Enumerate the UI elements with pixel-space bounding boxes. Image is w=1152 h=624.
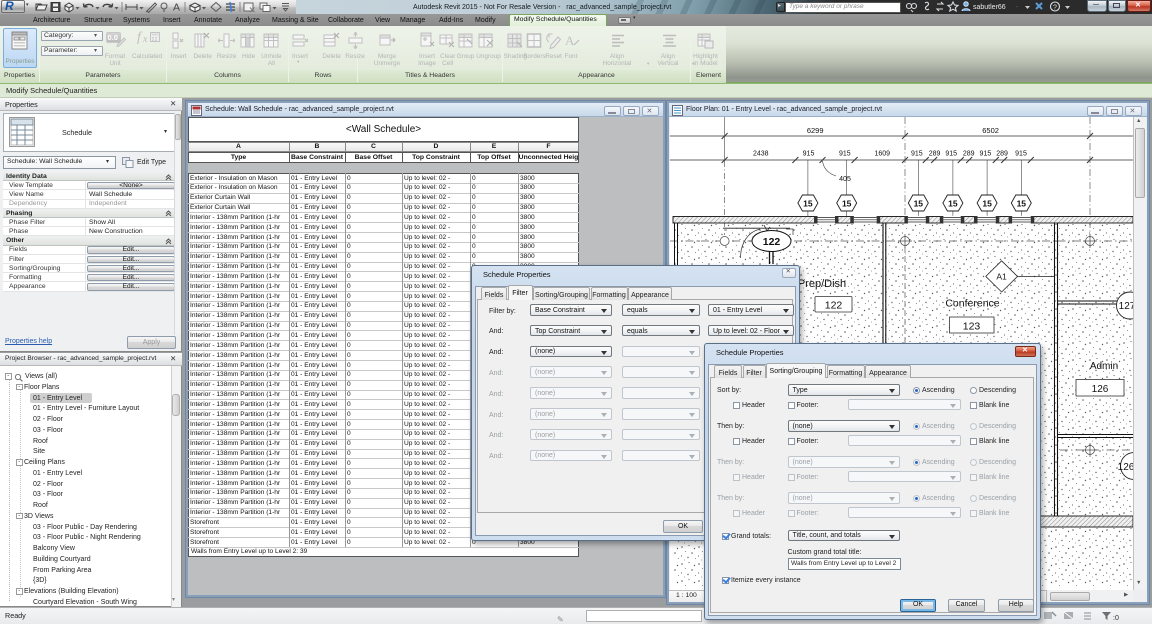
svg-text:289: 289 xyxy=(996,151,1008,158)
svg-text:?: ? xyxy=(1053,5,1057,12)
svg-text:2438: 2438 xyxy=(753,151,769,158)
svg-text:Prep/Dish: Prep/Dish xyxy=(798,278,846,290)
svg-text:1609: 1609 xyxy=(875,151,891,158)
svg-text::0: :0 xyxy=(1113,615,1119,622)
svg-text:915: 915 xyxy=(911,151,923,158)
svg-text:A1: A1 xyxy=(996,272,1007,282)
svg-text:15: 15 xyxy=(1017,199,1027,209)
svg-text:915: 915 xyxy=(1015,151,1027,158)
svg-text:Admin: Admin xyxy=(1090,361,1118,372)
svg-text:127: 127 xyxy=(1119,301,1133,312)
svg-text:915: 915 xyxy=(945,151,957,158)
svg-text:126: 126 xyxy=(1118,462,1133,473)
svg-text:289: 289 xyxy=(929,151,941,158)
svg-text:15: 15 xyxy=(842,199,852,209)
svg-text:126: 126 xyxy=(1092,384,1109,395)
svg-text:sabutler66: sabutler66 xyxy=(973,4,1006,11)
svg-text:122: 122 xyxy=(825,300,843,312)
svg-text:6299: 6299 xyxy=(807,126,824,135)
svg-text:15: 15 xyxy=(914,199,924,209)
svg-text:915: 915 xyxy=(980,151,992,158)
svg-text:915: 915 xyxy=(839,151,851,158)
svg-text:Conference: Conference xyxy=(945,298,999,310)
svg-text:6502: 6502 xyxy=(982,126,999,135)
svg-text:15: 15 xyxy=(982,199,992,209)
svg-text:·: · xyxy=(1016,4,1018,10)
svg-text:15: 15 xyxy=(948,199,958,209)
svg-text:915: 915 xyxy=(803,151,815,158)
svg-text:A: A xyxy=(565,33,575,48)
svg-text:405: 405 xyxy=(839,176,851,183)
svg-text:15: 15 xyxy=(803,199,813,209)
svg-text:289: 289 xyxy=(963,151,975,158)
svg-text:122: 122 xyxy=(763,236,781,248)
svg-text:A: A xyxy=(173,2,180,14)
svg-text:123: 123 xyxy=(963,321,981,333)
